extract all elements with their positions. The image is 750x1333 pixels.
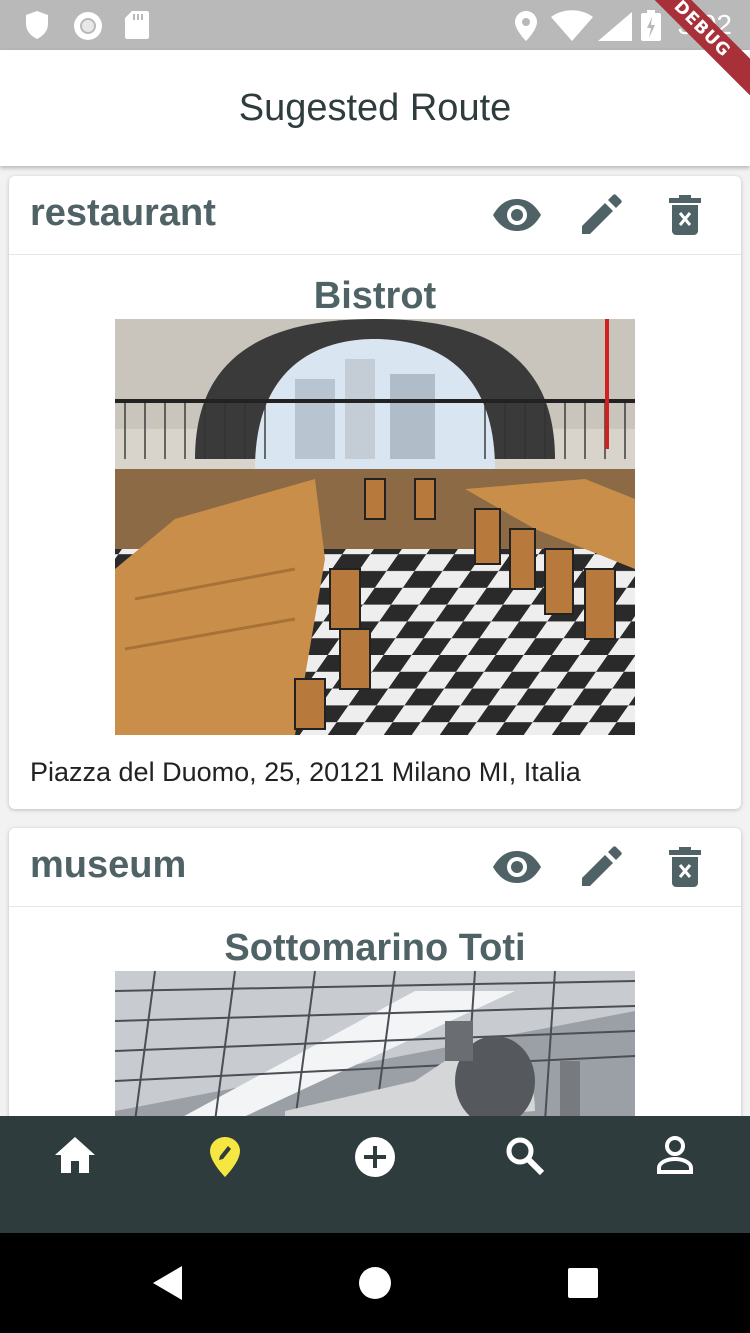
nav-add[interactable] — [335, 1136, 415, 1216]
system-navigation-bar — [0, 1233, 750, 1333]
nav-home[interactable] — [35, 1136, 115, 1216]
delete-button[interactable] — [660, 842, 710, 892]
recents-square-icon[interactable] — [567, 1267, 599, 1299]
home-circle-icon[interactable] — [358, 1266, 392, 1300]
trash-icon — [669, 195, 701, 235]
view-button[interactable] — [492, 842, 542, 892]
view-button[interactable] — [492, 190, 542, 240]
nav-search[interactable] — [485, 1136, 565, 1216]
card-header: museum — [9, 828, 741, 907]
eye-icon — [493, 851, 541, 883]
route-pin-icon — [210, 1137, 240, 1177]
museum-photo[interactable] — [115, 971, 635, 1116]
delete-button[interactable] — [660, 190, 710, 240]
pencil-icon — [582, 846, 622, 886]
place-name: Bistrot — [313, 275, 437, 317]
place-name: Sottomarino Toti — [224, 927, 526, 969]
circle-notification-icon — [74, 12, 102, 40]
edit-button[interactable] — [576, 190, 626, 240]
place-category: museum — [30, 844, 187, 886]
search-icon — [506, 1137, 545, 1176]
back-icon[interactable] — [152, 1265, 184, 1301]
battery-icon — [641, 10, 661, 41]
trash-icon — [669, 847, 701, 887]
signal-icon — [598, 12, 632, 41]
home-icon — [55, 1137, 95, 1173]
page-title: Sugested Route — [238, 86, 512, 129]
edit-button[interactable] — [576, 842, 626, 892]
route-list[interactable]: restaurant Bistrot Piazza del Duomo, 25,… — [0, 166, 750, 1116]
place-category: restaurant — [30, 192, 216, 234]
place-card: museum Sottomarino Toti — [9, 828, 741, 1116]
status-bar: 3:02 DEBUG — [0, 0, 750, 109]
place-card: restaurant Bistrot Piazza del Duomo, 25,… — [9, 176, 741, 809]
shield-icon — [26, 11, 48, 39]
nav-profile[interactable] — [635, 1136, 715, 1216]
add-circle-icon — [355, 1137, 395, 1177]
bottom-navigation — [0, 1116, 750, 1233]
restaurant-photo[interactable] — [115, 319, 635, 735]
eye-icon — [493, 199, 541, 231]
place-address: Piazza del Duomo, 25, 20121 Milano MI, I… — [30, 757, 581, 787]
app-bar: Sugested Route — [0, 50, 750, 166]
card-header: restaurant — [9, 176, 741, 255]
person-icon — [657, 1136, 693, 1174]
nav-route[interactable] — [185, 1136, 265, 1216]
wifi-icon — [551, 10, 593, 41]
sd-card-icon — [125, 11, 149, 39]
location-icon — [515, 11, 537, 41]
pencil-icon — [582, 194, 622, 234]
